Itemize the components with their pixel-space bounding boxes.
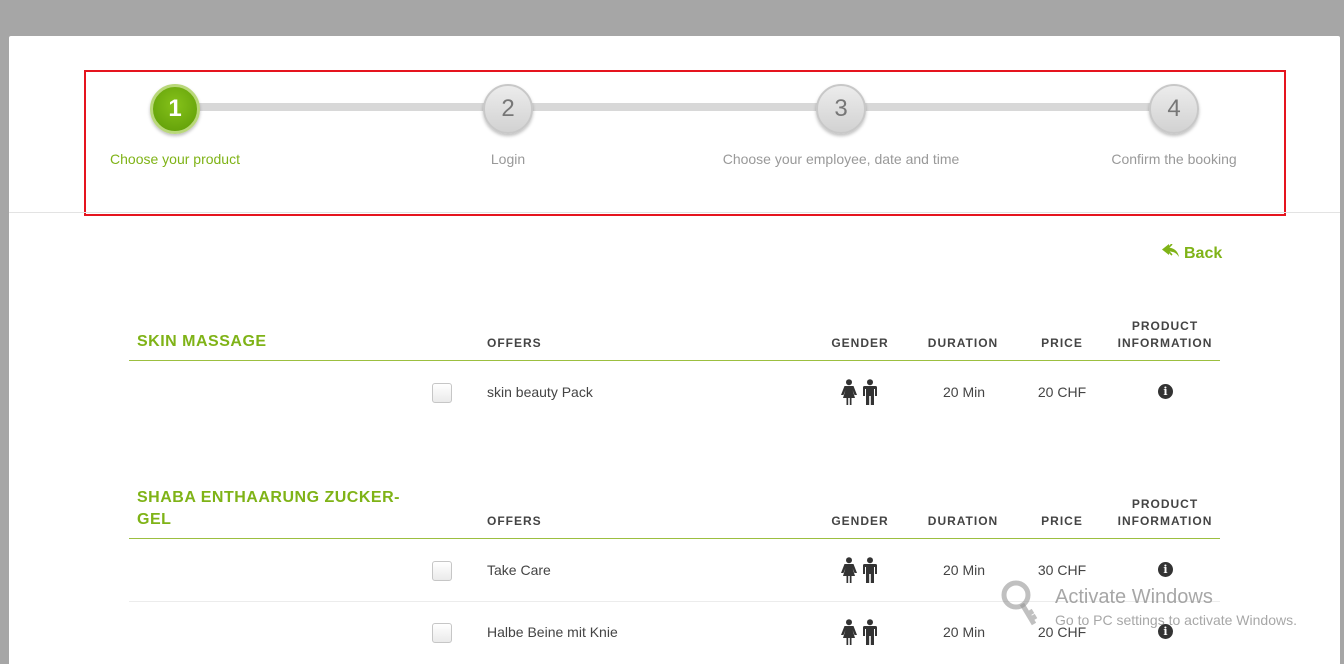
male-icon <box>861 379 879 410</box>
col-head-price: PRICE <box>1041 336 1083 350</box>
col-head-gender: GENDER <box>831 336 889 350</box>
female-icon <box>840 557 858 588</box>
col-head-offers: OFFERS <box>487 336 542 350</box>
info-icon[interactable]: i <box>1158 384 1173 399</box>
price-value: 30 CHF <box>1037 562 1087 578</box>
section-title-line1: SHABA ENTHAARUNG ZUCKER- <box>137 489 400 506</box>
col-head-price: PRICE <box>1041 514 1083 528</box>
offer-name: Halbe Beine mit Knie <box>487 624 618 640</box>
gender-icons <box>840 557 879 588</box>
watermark-title: Activate Windows <box>1055 586 1213 608</box>
price-value: 20 CHF <box>1037 384 1087 400</box>
back-label: Back <box>1184 244 1223 262</box>
info-icon[interactable]: i <box>1158 562 1173 577</box>
col-head-product-line1: PRODUCT <box>1131 319 1199 333</box>
col-head-duration: DURATION <box>927 336 999 350</box>
col-head-product-line1: PRODUCT <box>1131 497 1199 511</box>
col-head-product-line2: INFORMATION <box>1117 514 1213 528</box>
duration-value: 20 Min <box>942 624 986 640</box>
watermark-subtitle: Go to PC settings to activate Windows. <box>1055 612 1297 628</box>
section-title-shaba: SHABA ENTHAARUNG ZUCKER- GEL <box>137 487 400 531</box>
offer-checkbox[interactable] <box>432 561 452 581</box>
male-icon <box>861 619 879 650</box>
gender-icons <box>840 619 879 650</box>
female-icon <box>840 619 858 650</box>
female-icon <box>840 379 858 410</box>
offer-name: Take Care <box>487 562 551 578</box>
col-head-duration: DURATION <box>927 514 999 528</box>
section-rule <box>129 360 1220 361</box>
stepper-highlight-frame <box>84 70 1286 216</box>
back-link[interactable]: Back <box>1162 243 1223 263</box>
section-rule <box>129 538 1220 539</box>
duration-value: 20 Min <box>942 384 986 400</box>
col-head-product-information: PRODUCT INFORMATION <box>1118 318 1213 352</box>
offer-checkbox[interactable] <box>432 383 452 403</box>
section-title-skin-massage: SKIN MASSAGE <box>137 333 267 350</box>
header-divider <box>9 212 1340 213</box>
col-head-offers: OFFERS <box>487 514 542 528</box>
key-icon <box>1000 580 1048 635</box>
reply-arrow-icon <box>1162 243 1180 263</box>
duration-value: 20 Min <box>942 562 986 578</box>
col-head-gender: GENDER <box>831 514 889 528</box>
male-icon <box>861 557 879 588</box>
section-title-line2: GEL <box>137 511 172 528</box>
col-head-product-information: PRODUCT INFORMATION <box>1118 496 1213 530</box>
offer-checkbox[interactable] <box>432 623 452 643</box>
col-head-product-line2: INFORMATION <box>1117 336 1213 350</box>
gender-icons <box>840 379 879 410</box>
offer-name: skin beauty Pack <box>487 384 593 400</box>
